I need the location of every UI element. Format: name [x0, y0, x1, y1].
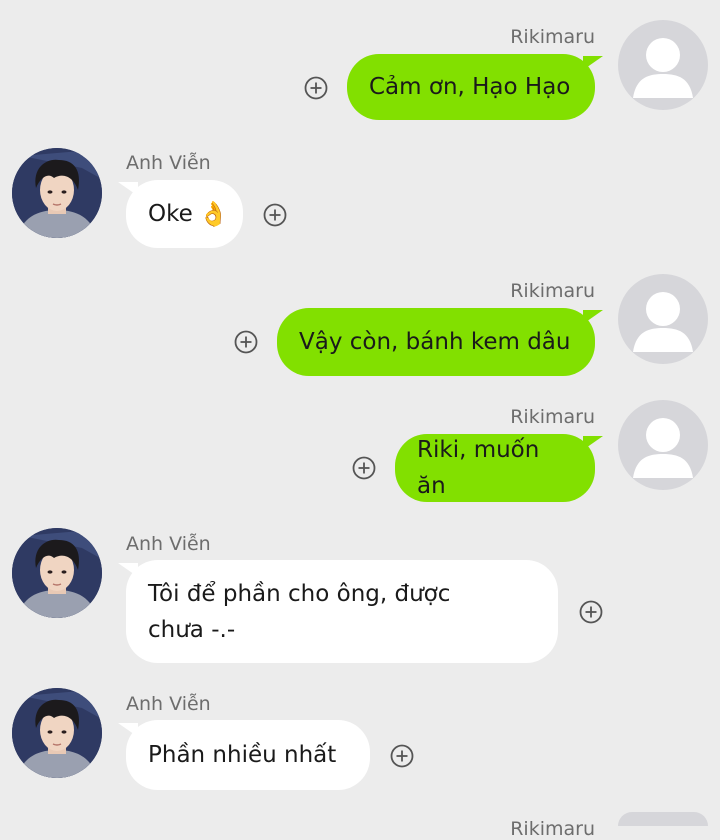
message-bubble[interactable]: Vậy còn, bánh kem dâu [277, 308, 595, 376]
message-text: Cảm ơn, Hạo Hạo [369, 74, 571, 100]
sender-name: Rikimaru [510, 280, 595, 302]
user-silhouette-icon [618, 20, 708, 110]
sender-name: Anh Viễn [126, 152, 211, 174]
profile-photo [12, 528, 102, 618]
message-text: Riki, muốn ăn [417, 437, 540, 499]
avatar[interactable] [12, 688, 102, 778]
user-silhouette-icon [618, 400, 708, 490]
avatar[interactable] [618, 400, 708, 490]
sender-name: Rikimaru [510, 26, 595, 48]
message-bubble[interactable]: Riki, muốn ăn [395, 434, 595, 502]
avatar[interactable] [12, 148, 102, 238]
plus-circle-icon[interactable] [263, 203, 287, 227]
plus-circle-icon[interactable] [352, 456, 376, 480]
avatar[interactable] [618, 812, 708, 826]
plus-circle-icon[interactable] [234, 330, 258, 354]
ok-hand-emoji: 👌 [198, 200, 229, 228]
sender-name: Anh Viễn [126, 533, 211, 555]
message-bubble[interactable]: Cảm ơn, Hạo Hạo [347, 54, 595, 120]
sender-name: Anh Viễn [126, 693, 211, 715]
plus-circle-icon[interactable] [304, 76, 328, 100]
user-silhouette-icon [618, 274, 708, 364]
message-text: Oke [148, 201, 193, 227]
plus-circle-icon[interactable] [579, 600, 603, 624]
plus-circle-icon[interactable] [390, 744, 414, 768]
message-text: Tôi để phần cho ông, được chưa -.- [148, 580, 451, 643]
message-text: Vậy còn, bánh kem dâu [299, 329, 571, 355]
message-bubble[interactable]: Tôi để phần cho ông, được chưa -.- [126, 560, 558, 663]
profile-photo [12, 148, 102, 238]
avatar[interactable] [12, 528, 102, 618]
profile-photo [12, 688, 102, 778]
sender-name: Rikimaru [510, 818, 595, 840]
avatar[interactable] [618, 20, 708, 110]
sender-name: Rikimaru [510, 406, 595, 428]
message-text: Phần nhiều nhất [148, 742, 337, 768]
avatar[interactable] [618, 274, 708, 364]
message-bubble[interactable]: Oke 👌 [126, 180, 243, 248]
message-bubble[interactable]: Phần nhiều nhất [126, 720, 370, 790]
